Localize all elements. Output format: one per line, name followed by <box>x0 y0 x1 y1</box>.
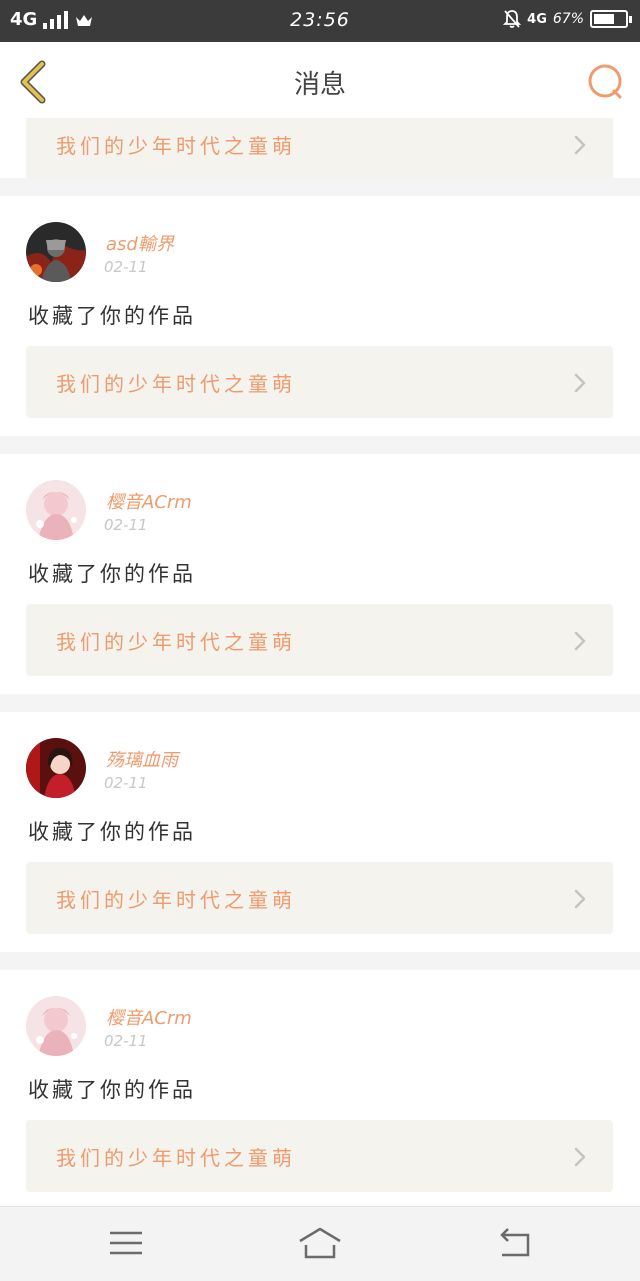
chevron-right-icon <box>574 631 586 651</box>
action-text: 收藏了你的作品 <box>28 820 196 844</box>
divider <box>0 952 640 970</box>
bell-off-icon <box>503 10 522 28</box>
chevron-right-icon <box>574 1147 586 1167</box>
message-card-partial: 我们的少年时代之童萌 <box>0 118 640 178</box>
avatar[interactable] <box>26 996 86 1056</box>
status-bar: 4G 23:56 4G 67% <box>0 0 640 42</box>
message-card: 樱音ACrm 02-11 收藏了你的作品 我们的少年时代之童萌 <box>0 454 640 694</box>
battery-percent: 67% <box>552 11 584 27</box>
username[interactable]: 樱音ACrm <box>106 1004 192 1030</box>
message-card: asd輸界 02-11 收藏了你的作品 我们的少年时代之童萌 <box>0 196 640 436</box>
work-title: 我们的少年时代之童萌 <box>56 888 296 912</box>
network-label-right: 4G <box>527 11 547 27</box>
page-title: 消息 <box>293 70 346 100</box>
message-card: 殇璃血雨 02-11 收藏了你的作品 我们的少年时代之童萌 <box>0 712 640 952</box>
avatar[interactable] <box>26 738 86 798</box>
message-date: 02-11 <box>104 1032 148 1050</box>
battery-fill <box>594 14 614 24</box>
action-text: 收藏了你的作品 <box>28 304 196 328</box>
username[interactable]: asd輸界 <box>106 230 174 256</box>
search-icon[interactable] <box>586 62 624 100</box>
username[interactable]: 樱音ACrm <box>106 488 192 514</box>
username[interactable]: 殇璃血雨 <box>106 746 178 772</box>
home-icon[interactable] <box>298 1225 342 1261</box>
work-link[interactable]: 我们的少年时代之童萌 <box>26 1120 613 1192</box>
header: 消息 <box>0 42 640 119</box>
work-link[interactable]: 我们的少年时代之童萌 <box>26 604 613 676</box>
menu-icon[interactable] <box>104 1225 148 1261</box>
work-title: 我们的少年时代之童萌 <box>56 372 296 396</box>
message-date: 02-11 <box>104 258 148 276</box>
battery-icon <box>590 10 632 28</box>
work-link[interactable]: 我们的少年时代之童萌 <box>26 346 613 418</box>
message-card: 樱音ACrm 02-11 收藏了你的作品 我们的少年时代之童萌 <box>0 970 640 1210</box>
action-text: 收藏了你的作品 <box>28 562 196 586</box>
chevron-right-icon <box>574 135 586 155</box>
work-title: 我们的少年时代之童萌 <box>56 134 296 158</box>
avatar[interactable] <box>26 480 86 540</box>
message-list: 我们的少年时代之童萌 asd輸界 02-11 收藏了你的作品 我们的少年时代之童… <box>0 118 640 1210</box>
work-title: 我们的少年时代之童萌 <box>56 630 296 654</box>
message-date: 02-11 <box>104 774 148 792</box>
system-nav-bar <box>0 1206 640 1281</box>
divider <box>0 694 640 712</box>
message-date: 02-11 <box>104 516 148 534</box>
avatar[interactable] <box>26 222 86 282</box>
chevron-right-icon <box>574 889 586 909</box>
work-link[interactable]: 我们的少年时代之童萌 <box>26 118 613 178</box>
chevron-right-icon <box>574 373 586 393</box>
action-text: 收藏了你的作品 <box>28 1078 196 1102</box>
return-icon[interactable] <box>494 1225 538 1261</box>
work-link[interactable]: 我们的少年时代之童萌 <box>26 862 613 934</box>
status-right: 4G 67% <box>503 9 632 29</box>
divider <box>0 178 640 196</box>
divider <box>0 436 640 454</box>
work-title: 我们的少年时代之童萌 <box>56 1146 296 1170</box>
